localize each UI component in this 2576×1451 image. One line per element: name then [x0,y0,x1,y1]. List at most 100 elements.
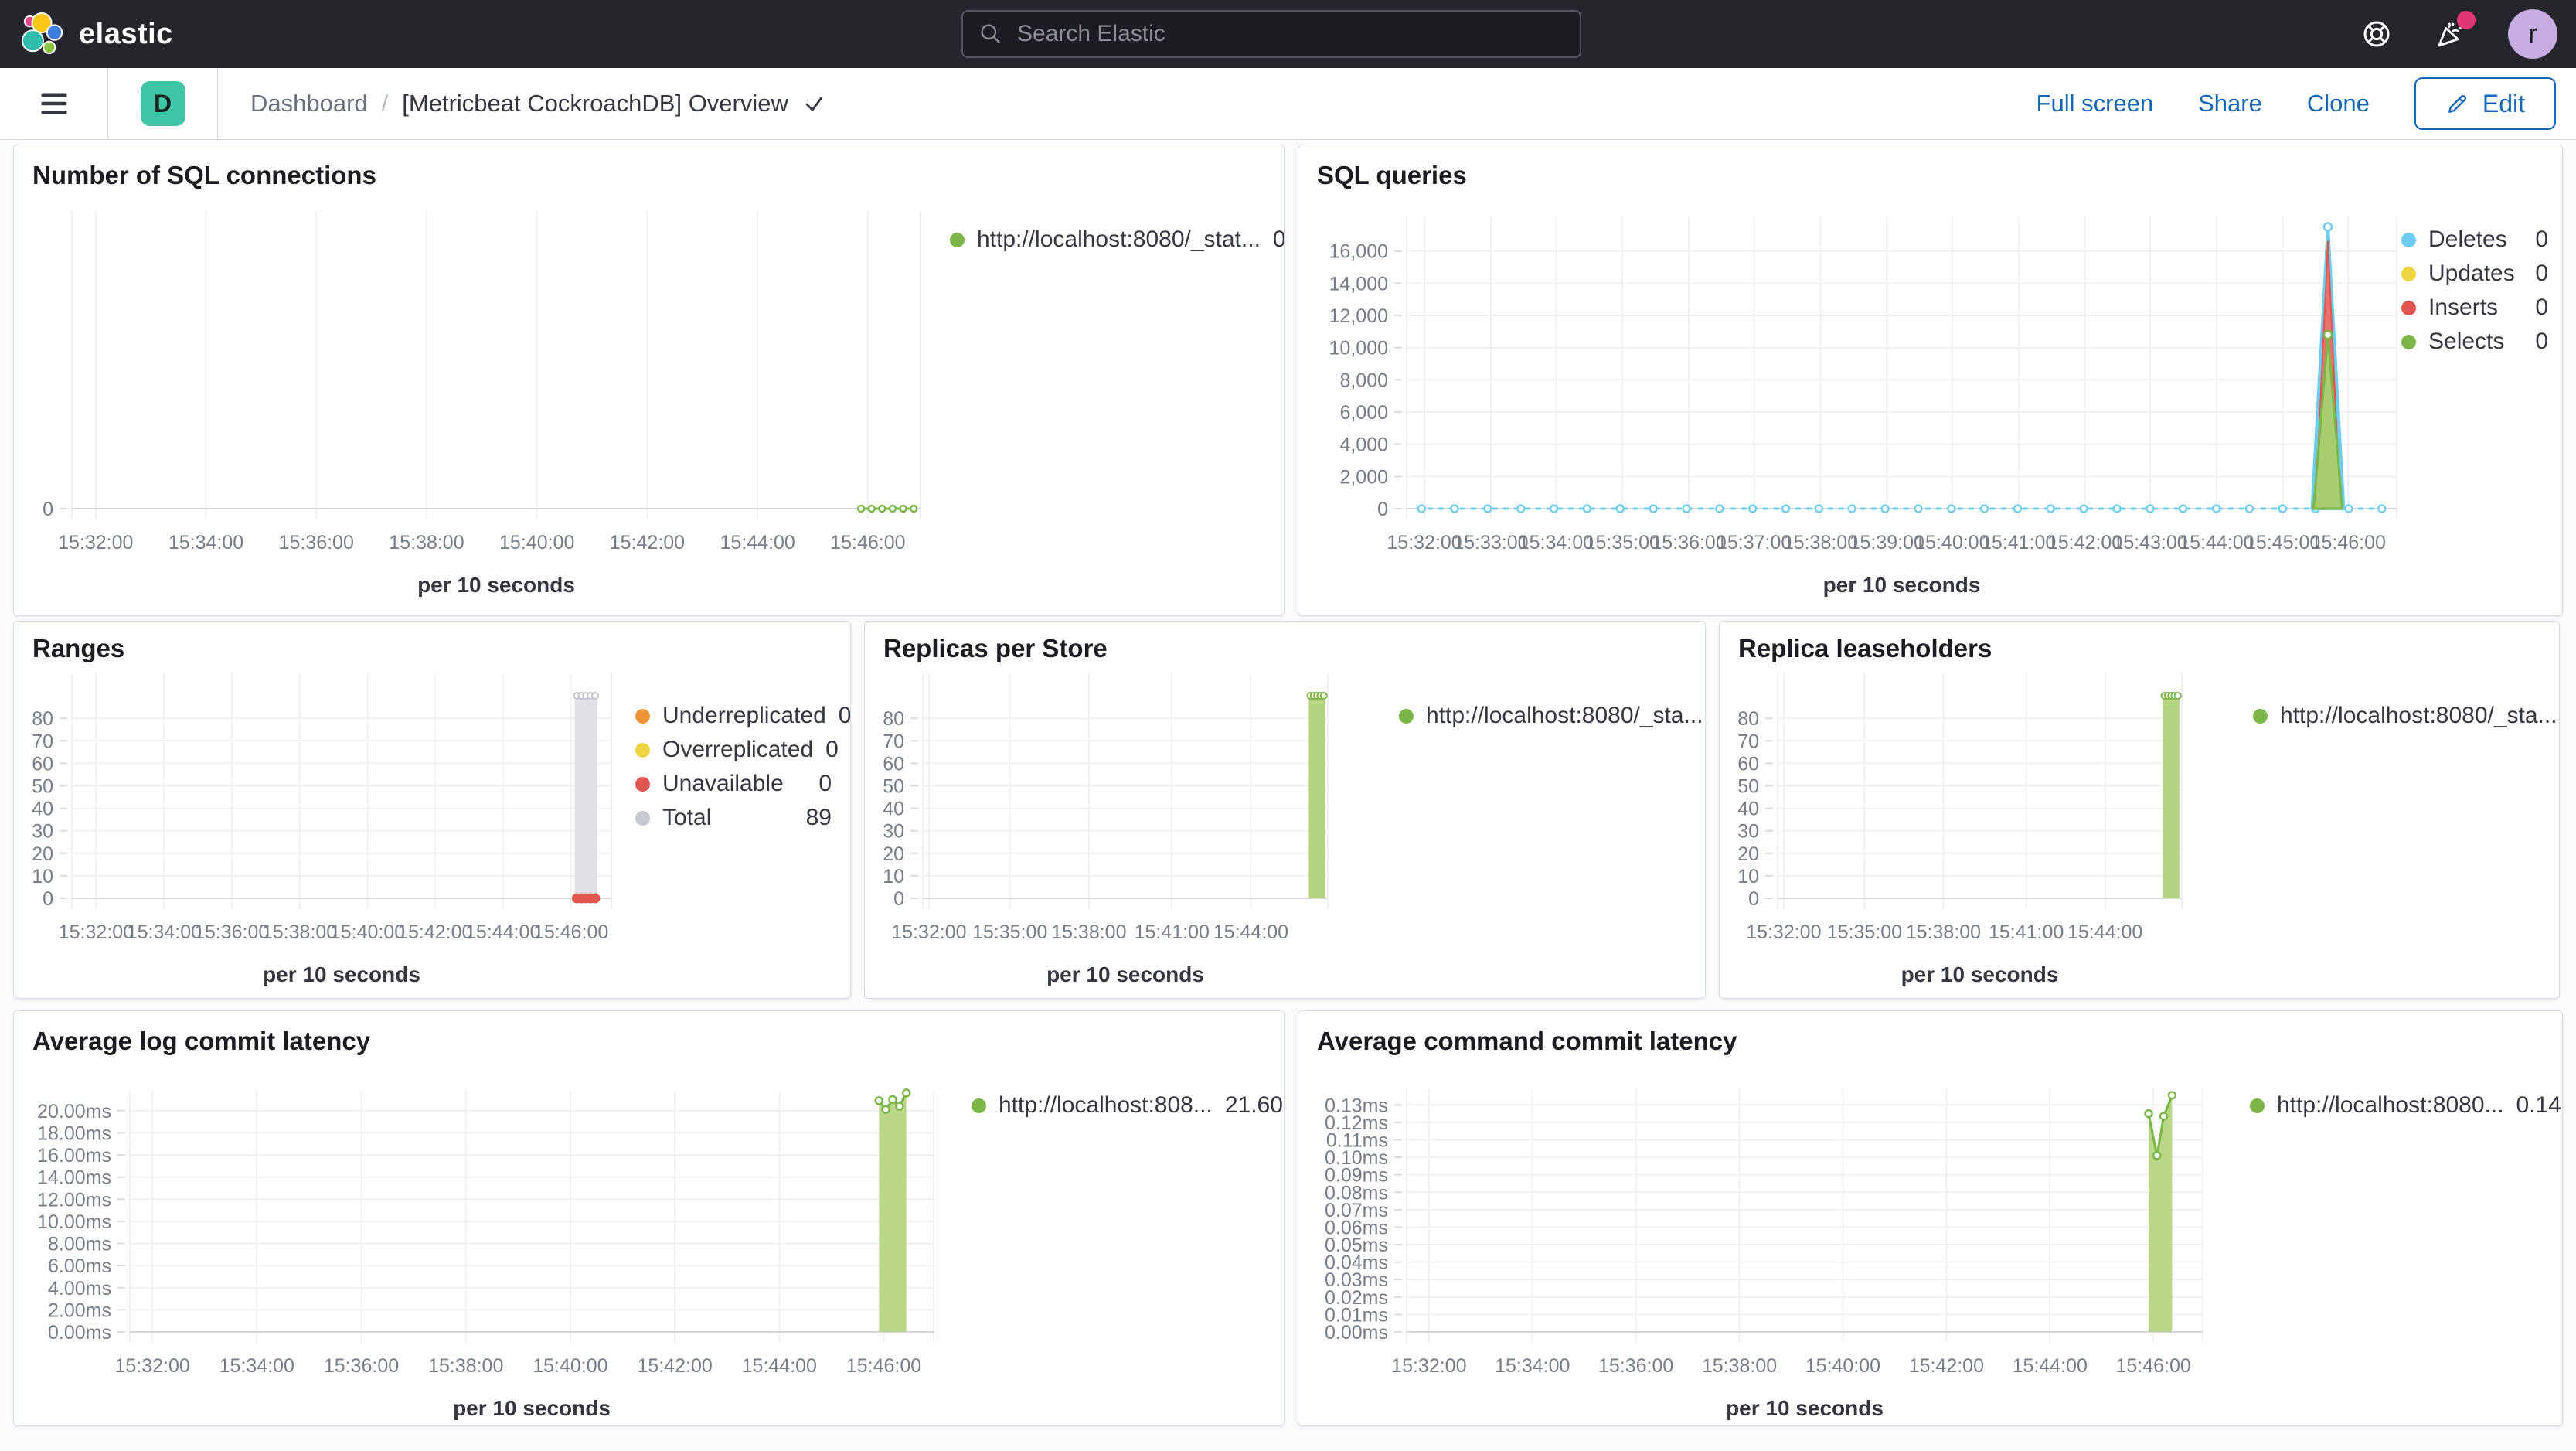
chart-legend: http://localhost:8080/_stat... 0 [950,223,1284,257]
svg-text:80: 80 [883,708,904,730]
legend-label: Inserts [2428,295,2499,320]
svg-text:10.00ms: 10.00ms [37,1211,111,1233]
legend-swatch [635,810,650,826]
sql-queries-chart[interactable]: 0 2,000 4,000 6,000 8,000 10,000 12,000 14,000 1… [1298,199,2563,616]
panel-replica-leaseholders: Replica leaseholders 0 10 20 30 40 50 60 70 80 15… [1719,621,2560,999]
legend-item[interactable]: Inserts 0 [2401,291,2548,325]
svg-text:15:33:00: 15:33:00 [1453,532,1528,553]
legend-item[interactable]: http://localhost:8080... 0.14ms [2250,1088,2562,1122]
legend-item[interactable]: Underreplicated 0 [635,699,850,733]
svg-text:15:40:00: 15:40:00 [330,921,405,943]
legend-swatch [635,776,650,792]
chart-legend: http://localhost:808... 21.60ms [972,1088,1284,1122]
chart-legend: Underreplicated 0 Overreplicated 0 Unavailab… [635,699,850,835]
svg-text:15:38:00: 15:38:00 [1702,1355,1777,1377]
legend-item[interactable]: Total 89 [635,801,832,835]
news-button[interactable] [2434,11,2476,51]
edit-button[interactable]: Edit [2414,77,2556,130]
elastic-logo-icon [21,12,63,55]
elastic-logo[interactable]: elastic [20,0,173,68]
legend-item[interactable]: http://localhost:808... 21.60ms [972,1088,1284,1122]
legend-value: 89 [805,805,832,830]
svg-text:30: 30 [1737,821,1759,843]
legend-item[interactable]: Overreplicated 0 [635,733,839,767]
avatar-initial: r [2528,18,2537,49]
svg-text:15:42:00: 15:42:00 [2047,532,2122,553]
svg-text:30: 30 [32,821,53,843]
svg-text:15:32:00: 15:32:00 [59,921,134,943]
legend-label: http://localhost:8080/_stat... [977,227,1261,252]
legend-value: 0.14ms [2516,1092,2562,1118]
svg-text:per 10 seconds: per 10 seconds [1046,962,1204,986]
svg-text:14.00ms: 14.00ms [37,1167,111,1189]
svg-text:15:35:00: 15:35:00 [1585,532,1660,553]
svg-text:15:44:00: 15:44:00 [720,532,795,553]
legend-value: 0 [1272,227,1285,252]
notification-dot [2457,11,2476,29]
svg-text:60: 60 [32,753,53,775]
check-icon [805,97,822,111]
svg-text:15:42:00: 15:42:00 [1909,1355,1984,1377]
svg-text:15:34:00: 15:34:00 [219,1355,294,1377]
legend-item[interactable]: http://localhost:8080/_sta...89 [1399,699,1703,733]
svg-text:18.00ms: 18.00ms [37,1122,111,1144]
svg-text:15:32:00: 15:32:00 [114,1355,189,1377]
legend-item[interactable]: http://localhost:8080/_stat... 0 [950,223,1284,257]
svg-text:15:38:00: 15:38:00 [389,532,464,553]
legend-item[interactable]: Updates 0 [2401,257,2548,291]
svg-text:6,000: 6,000 [1339,402,1388,424]
panel-title: Replica leaseholders [1738,634,1992,662]
panel-title: Average log commit latency [32,1027,371,1055]
dashboard-title-control[interactable]: [Metricbeat CockroachDB] Overview [402,90,825,118]
panel-ranges: Ranges 0 10 20 30 40 50 60 70 80 15:32:00 15:34:00… [13,621,851,999]
svg-text:15:35:00: 15:35:00 [972,921,1047,943]
legend-item[interactable]: http://localhost:8080/_sta...89 [2253,699,2557,733]
search-input[interactable] [1016,20,1564,48]
user-avatar[interactable]: r [2508,9,2557,59]
svg-text:10: 10 [883,866,904,887]
panel-title: Average command commit latency [1317,1027,1737,1055]
svg-text:20.00ms: 20.00ms [37,1101,111,1122]
svg-text:15:39:00: 15:39:00 [1849,532,1924,553]
full-screen-button[interactable]: Full screen [2037,90,2154,118]
svg-text:15:34:00: 15:34:00 [1495,1355,1570,1377]
chart-legend: http://localhost:8080... 0.14ms [2250,1088,2562,1122]
legend-label: Total [662,805,712,830]
chart-legend: Deletes 0 Updates 0 Inserts 0 Selects 0 [2401,223,2548,359]
legend-value: 0 [818,771,832,796]
svg-text:0.13ms: 0.13ms [1325,1095,1388,1116]
chart-legend: http://localhost:8080/_sta...89 [2253,699,2557,733]
breadcrumb-dashboard-link[interactable]: Dashboard [250,90,368,118]
svg-text:15:42:00: 15:42:00 [397,921,472,943]
svg-text:15:46:00: 15:46:00 [830,532,905,553]
share-button[interactable]: Share [2198,90,2262,118]
svg-text:15:36:00: 15:36:00 [279,532,354,553]
svg-text:15:42:00: 15:42:00 [610,532,685,553]
global-search[interactable] [961,10,1581,58]
clone-button[interactable]: Clone [2307,90,2370,118]
svg-text:15:43:00: 15:43:00 [2112,532,2187,553]
svg-text:0: 0 [43,499,53,520]
svg-text:15:44:00: 15:44:00 [742,1355,817,1377]
svg-text:40: 40 [32,799,53,820]
panel-average-log-commit-latency: Average log commit latency 0.00ms 2.00ms 4… [13,1010,1285,1426]
legend-swatch [2401,266,2416,281]
help-button[interactable] [2360,17,2394,51]
legend-item[interactable]: Deletes 0 [2401,223,2548,257]
legend-label: Unavailable [662,771,784,796]
legend-value: 0 [838,703,851,728]
svg-text:per 10 seconds: per 10 seconds [1726,1396,1884,1420]
svg-text:50: 50 [883,776,904,798]
legend-item[interactable]: Selects 0 [2401,325,2548,359]
sql-connections-chart[interactable]: 015:32:00 15:34:00 15:36:00 15:38:00 15:40:0… [14,199,1285,616]
svg-text:16.00ms: 16.00ms [37,1145,111,1167]
space-switcher-button[interactable]: D [108,68,218,139]
nav-menu-button[interactable] [0,68,108,139]
panel-sql-queries: SQL queries 0 2,000 4,000 6,000 8,000 10,000 1… [1298,145,2563,616]
panel-title: Replicas per Store [883,634,1108,662]
legend-label: Deletes [2428,227,2507,252]
legend-item[interactable]: Unavailable 0 [635,767,832,801]
toolbar: D Dashboard / [Metricbeat CockroachDB] O… [0,68,2576,140]
svg-text:per 10 seconds: per 10 seconds [263,962,420,986]
svg-text:0: 0 [43,888,53,910]
